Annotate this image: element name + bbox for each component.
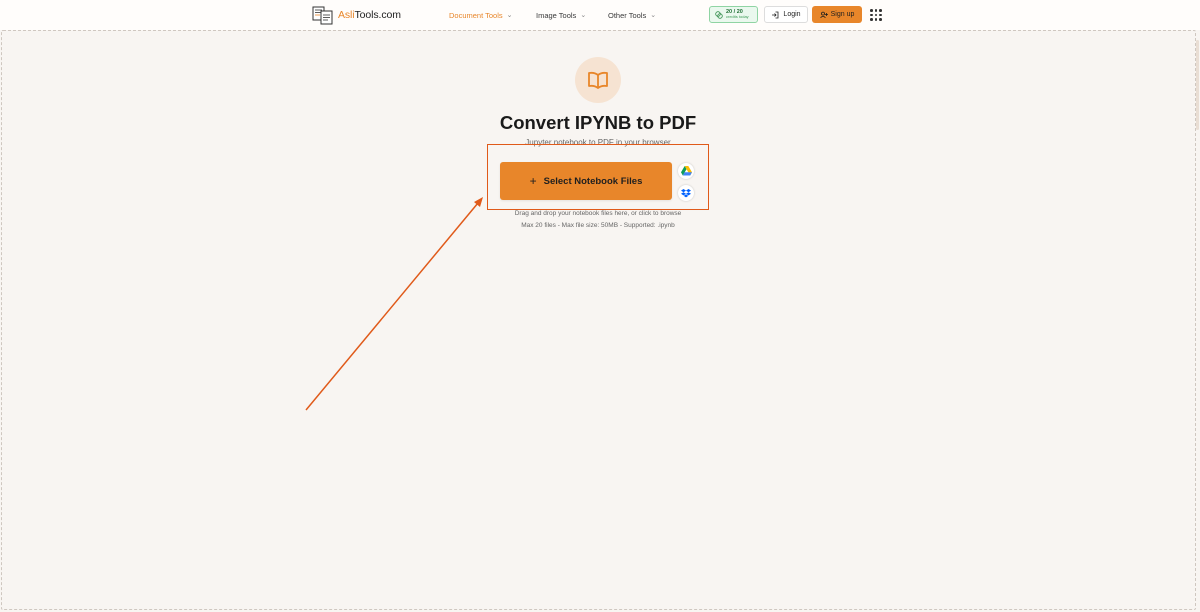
coins-icon	[715, 10, 723, 19]
apps-grid-icon[interactable]	[870, 9, 882, 21]
site-logo[interactable]: AsliTools.com	[312, 5, 401, 25]
google-drive-button[interactable]	[678, 163, 694, 179]
book-open-icon	[588, 71, 608, 89]
hero-icon-container	[575, 57, 621, 103]
annotation-highlight-box	[487, 144, 709, 210]
logo-icon	[312, 6, 334, 25]
nav-other-tools-label: Other Tools	[608, 10, 647, 20]
user-plus-icon	[820, 11, 828, 18]
login-icon	[772, 11, 779, 18]
nav-other-tools[interactable]: Other Tools ⌄	[608, 0, 656, 30]
chevron-down-icon: ⌄	[506, 12, 513, 19]
google-drive-icon	[680, 166, 692, 176]
page-title: Convert IPYNB to PDF	[499, 112, 697, 133]
credits-label: credits today	[726, 14, 749, 20]
nav-document-tools-label: Document Tools	[449, 10, 503, 20]
top-header: AsliTools.com Document Tools ⌄ Image Too…	[0, 0, 1200, 30]
dropbox-button[interactable]	[678, 185, 694, 201]
signup-label: Sign up	[830, 11, 855, 18]
chevron-down-icon: ⌄	[580, 12, 587, 19]
logo-prefix: Asli	[338, 9, 355, 21]
nav-document-tools[interactable]: Document Tools ⌄	[449, 0, 513, 30]
signup-button[interactable]: Sign up	[812, 6, 862, 23]
login-label: Login	[783, 11, 801, 18]
login-button[interactable]: Login	[764, 6, 808, 23]
nav-image-tools[interactable]: Image Tools ⌄	[536, 0, 586, 30]
dropbox-icon	[681, 188, 691, 197]
credits-badge: 20 / 20 credits today	[709, 6, 758, 23]
drag-drop-hint: Drag and drop your notebook files here, …	[514, 210, 682, 217]
nav-image-tools-label: Image Tools	[536, 10, 577, 20]
file-limits-hint: Max 20 files - Max file size: 50MB - Sup…	[521, 222, 675, 229]
logo-text: AsliTools.com	[338, 9, 401, 21]
chevron-down-icon: ⌄	[650, 12, 657, 19]
logo-suffix: Tools.com	[354, 9, 401, 21]
scrollbar[interactable]	[1196, 40, 1199, 130]
